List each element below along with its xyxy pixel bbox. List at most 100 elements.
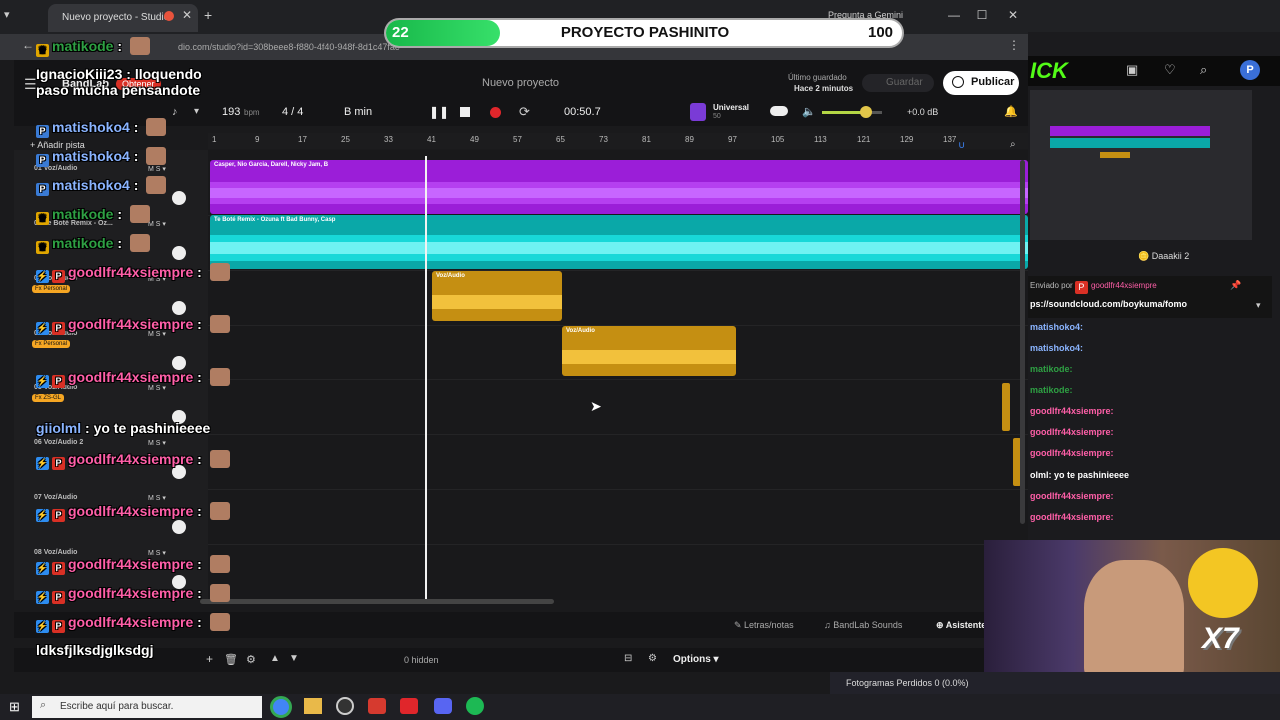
stream-preview[interactable] — [1030, 90, 1252, 240]
windows-start-icon[interactable]: ⊞ — [9, 699, 20, 715]
preset-icon[interactable] — [690, 103, 706, 121]
avatar[interactable]: P — [1240, 60, 1260, 80]
waveform — [210, 235, 1028, 261]
chat-message: ⚡ Pgoodlfr44xsiempre : — [36, 555, 230, 575]
clip-label: Voz/Audio — [436, 273, 465, 279]
clip-teal[interactable]: Te Boté Remix - Ozuna ft Bad Bunny, Casp — [210, 215, 1028, 269]
save-button[interactable]: Guardar — [862, 74, 934, 92]
record-button[interactable] — [490, 107, 501, 118]
side-chat-message: goodlfr44xsiempre: — [1030, 427, 1114, 437]
mute-solo-buttons[interactable]: M S ▾ — [148, 220, 166, 228]
bell-icon[interactable]: 🔔 — [1004, 105, 1018, 118]
app-icon[interactable] — [368, 698, 386, 714]
search-icon[interactable]: ⌕ — [1200, 62, 1207, 78]
clip-purple[interactable]: Casper, Nio Garcia, Darell, Nicky Jam, B — [210, 160, 1028, 214]
chat-message: ⚡ Pgoodlfr44xsiempre : — [36, 315, 230, 335]
assistant-tab[interactable]: ⊕ Asistente — [936, 620, 986, 631]
taskbar-search[interactable]: Escribe aquí para buscar. — [32, 696, 262, 718]
side-chat-username: matishoko4: — [1030, 322, 1084, 332]
mute-solo-buttons[interactable]: M S ▾ — [148, 494, 166, 502]
chat-separator: : — [193, 614, 206, 630]
clip-gold-1[interactable]: Voz/Audio — [432, 271, 562, 321]
lyrics-tab[interactable]: ✎ Letras/notas — [734, 620, 794, 631]
close-button[interactable]: ✕ — [1003, 8, 1023, 26]
fx-chip[interactable]: Fx ZS-GL — [32, 394, 65, 402]
chat-message: ⚡ Pgoodlfr44xsiempre : — [36, 613, 230, 633]
pinned-link[interactable]: ps://soundcloud.com/boykuma/fomo — [1030, 299, 1187, 309]
speaker-icon[interactable]: 🔈 — [802, 105, 816, 118]
preset-toggle[interactable] — [770, 106, 788, 116]
horizontal-scrollbar[interactable] — [200, 599, 554, 604]
pause-button[interactable]: ❚❚ — [429, 105, 449, 119]
clip-gold-2[interactable]: Voz/Audio — [562, 326, 736, 376]
chat-separator: : — [122, 66, 135, 82]
add-scene-icon[interactable]: + — [206, 652, 213, 666]
chrome-icon[interactable] — [270, 696, 292, 718]
project-name[interactable]: Nuevo proyecto — [482, 77, 559, 89]
metronome-icon[interactable]: ♪ — [172, 106, 178, 118]
ruler-tick: 41 — [427, 135, 436, 144]
ruler-tick: 129 — [900, 135, 914, 144]
key-selector[interactable]: B min — [344, 106, 372, 118]
heart-icon[interactable]: ♡ — [1164, 62, 1176, 78]
obs-icon[interactable] — [336, 697, 354, 715]
playhead[interactable] — [425, 156, 427, 604]
discord-icon[interactable] — [434, 698, 452, 714]
maximize-button[interactable]: ☐ — [972, 8, 992, 26]
chat-message: giiolml : yo te pashinieeee — [36, 420, 210, 436]
folder-icon[interactable] — [304, 698, 322, 714]
settings-icon[interactable]: ⚙ — [246, 653, 256, 666]
side-chat-message: matishoko4: — [1030, 343, 1083, 353]
bpm-value[interactable]: 193 — [222, 106, 240, 118]
time-signature[interactable]: 4 / 4 — [282, 106, 303, 118]
browser-kebab-icon[interactable]: ⋮ — [1008, 38, 1020, 52]
chat-separator: : — [193, 264, 206, 280]
side-chat-username: goodlfr44xsiempre: — [1030, 491, 1114, 501]
fx-chip[interactable]: Fx Personal — [32, 340, 71, 348]
stop-button[interactable] — [460, 107, 470, 117]
move-up-icon[interactable]: ▲ — [270, 653, 280, 664]
pan-knob[interactable] — [172, 301, 186, 315]
chat-message: ⚡ Pgoodlfr44xsiempre : — [36, 584, 230, 604]
badge-icon: P — [52, 322, 65, 335]
browser-tab[interactable]: Nuevo proyecto - Studio — [48, 4, 198, 32]
goal-current: 22 — [392, 24, 409, 41]
minimize-button[interactable]: — — [944, 8, 964, 26]
pan-knob[interactable] — [172, 520, 186, 534]
fx-chip[interactable]: Fx Personal — [32, 285, 71, 293]
preset-label[interactable]: Universal — [713, 103, 749, 112]
ruler-tick: 25 — [341, 135, 350, 144]
mute-solo-buttons[interactable]: M S ▾ — [148, 439, 166, 447]
zoom-icon[interactable]: ⌕ — [1010, 139, 1016, 150]
browser-menu-icon[interactable]: ▾ — [4, 8, 18, 22]
tab-close-icon[interactable]: ✕ — [182, 8, 192, 22]
chat-separator: : — [193, 585, 206, 601]
pin-icon[interactable]: 📌 — [1230, 280, 1241, 291]
loop-icon[interactable]: ⟳ — [519, 104, 530, 120]
vertical-scrollbar[interactable] — [1020, 160, 1025, 524]
fx-icon[interactable]: ⚙ — [648, 653, 657, 664]
library-icon[interactable]: ▣ — [1126, 62, 1138, 78]
pan-knob[interactable] — [172, 246, 186, 260]
spotify-icon[interactable] — [466, 697, 484, 715]
ruler-tick: 65 — [556, 135, 565, 144]
options-button[interactable]: Options ▾ — [673, 654, 719, 665]
new-tab-icon[interactable]: + — [204, 7, 212, 23]
tempo-chevron-icon[interactable]: ▾ — [194, 106, 199, 117]
badge-icon: ⚡ — [36, 562, 49, 575]
sounds-tab[interactable]: ♫ BandLab Sounds — [824, 620, 902, 630]
side-chat-message: goodlfr44xsiempre: — [1030, 406, 1114, 416]
kick-logo[interactable]: ICK — [1030, 58, 1068, 84]
hamburger-icon[interactable]: ☰ — [24, 76, 37, 93]
pan-knob[interactable] — [172, 191, 186, 205]
app-icon[interactable] — [400, 698, 418, 714]
pinned-message[interactable]: Enviado por Pgoodlfr44xsiempre ps://soun… — [1028, 276, 1272, 318]
clip-gold-stub[interactable] — [1002, 383, 1010, 431]
ruler-tick: 97 — [728, 135, 737, 144]
filter-icon[interactable]: ⊟ — [624, 653, 632, 664]
expand-icon[interactable]: ▾ — [1256, 300, 1261, 311]
volume-knob[interactable] — [860, 106, 872, 118]
move-down-icon[interactable]: ▼ — [289, 653, 299, 664]
back-icon[interactable]: ← — [22, 38, 34, 52]
trash-icon[interactable]: 🗑 — [224, 653, 238, 666]
